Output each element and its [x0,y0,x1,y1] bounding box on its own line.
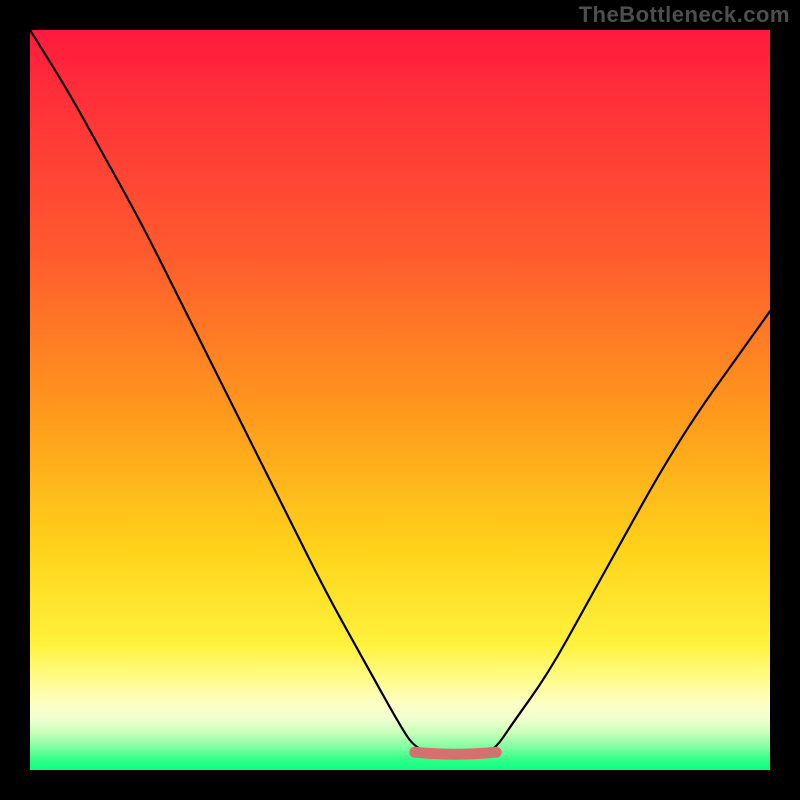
chart-svg [30,30,770,770]
chart-frame: TheBottleneck.com [0,0,800,800]
plot-area [30,30,770,770]
valley-marker [415,752,496,754]
primary-curve [30,30,770,755]
watermark-text: TheBottleneck.com [579,2,790,28]
